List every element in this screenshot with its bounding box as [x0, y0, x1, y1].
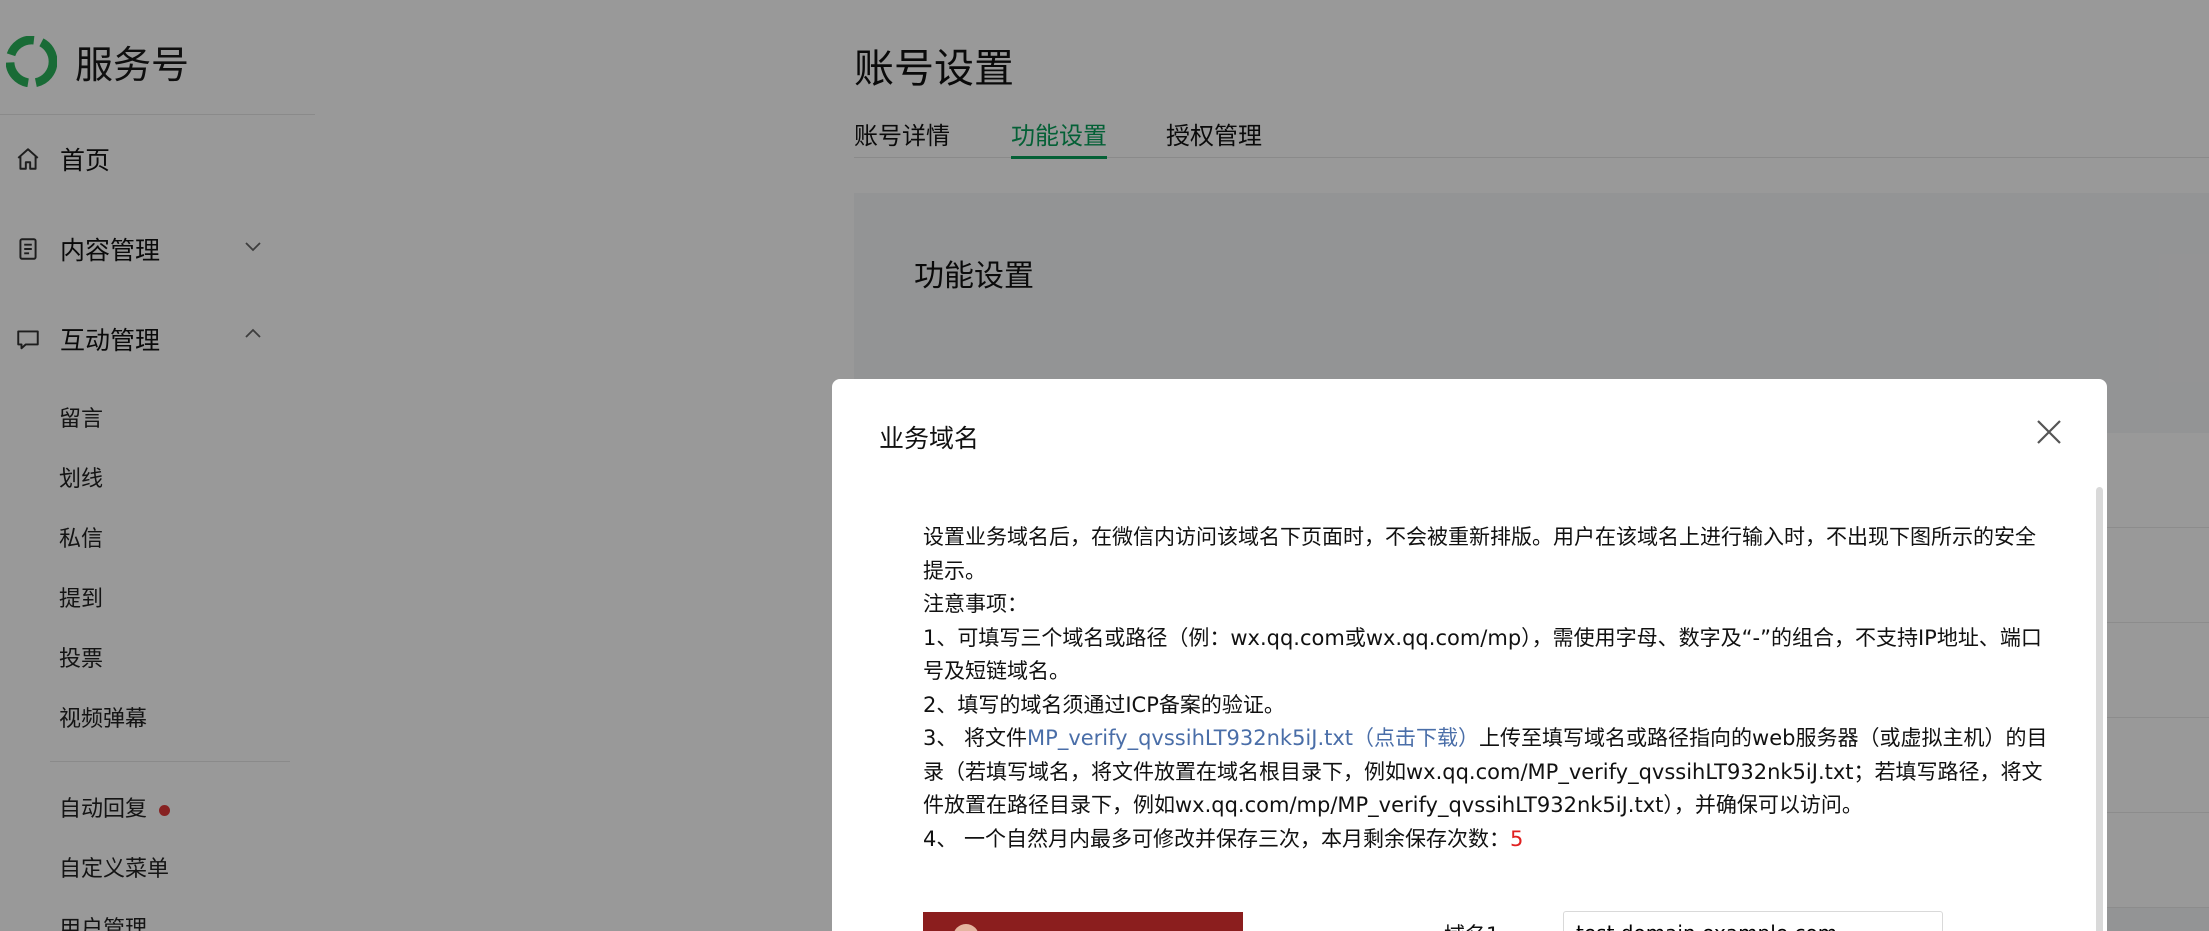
- note-3-prefix: 3、 将文件: [923, 726, 1028, 750]
- note-4-prefix: 4、 一个自然月内最多可修改并保存三次，本月剩余保存次数：: [923, 826, 1511, 851]
- close-button[interactable]: [2032, 415, 2066, 449]
- dialog-scrollbar[interactable]: [2096, 487, 2103, 931]
- page: 服务号 首页 内容管理 互动管理 留言 划线 私信 提到 投票 视频弹幕 自动回…: [0, 0, 2209, 931]
- verify-file-download-link[interactable]: MP_verify_qvssihLT932nk5iJ.txt（点击下载）: [1027, 726, 1479, 750]
- note-4: 4、 一个自然月内最多可修改并保存三次，本月剩余保存次数：5: [923, 823, 2051, 857]
- notes-heading: 注意事项：: [923, 592, 1028, 616]
- dialog-body: 设置业务域名后，在微信内访问该域名下页面时，不会被重新排版。用户在该域名上进行输…: [923, 521, 2051, 856]
- note-1: 1、可填写三个域名或路径（例：wx.qq.com或wx.qq.com/mp），需…: [923, 625, 2042, 684]
- domain-1-input[interactable]: [1563, 911, 1943, 931]
- note-2: 2、填写的域名须通过ICP备案的验证。: [923, 692, 1285, 717]
- domain-1-label: 域名1: [1444, 919, 1499, 931]
- note-3: 3、 将文件MP_verify_qvssihLT932nk5iJ.txt（点击下…: [923, 722, 2051, 823]
- dialog-title: 业务域名: [879, 424, 980, 453]
- dialog-intro: 设置业务域名后，在微信内访问该域名下页面时，不会被重新排版。用户在该域名上进行输…: [923, 525, 2036, 583]
- security-prompt-preview-image: [923, 912, 1243, 931]
- remaining-save-count: 5: [1510, 826, 1524, 851]
- close-icon: [2037, 420, 2061, 444]
- business-domain-dialog: 业务域名 设置业务域名后，在微信内访问该域名下页面时，不会被重新排版。用户在该域…: [832, 379, 2107, 931]
- avatar: [953, 924, 979, 931]
